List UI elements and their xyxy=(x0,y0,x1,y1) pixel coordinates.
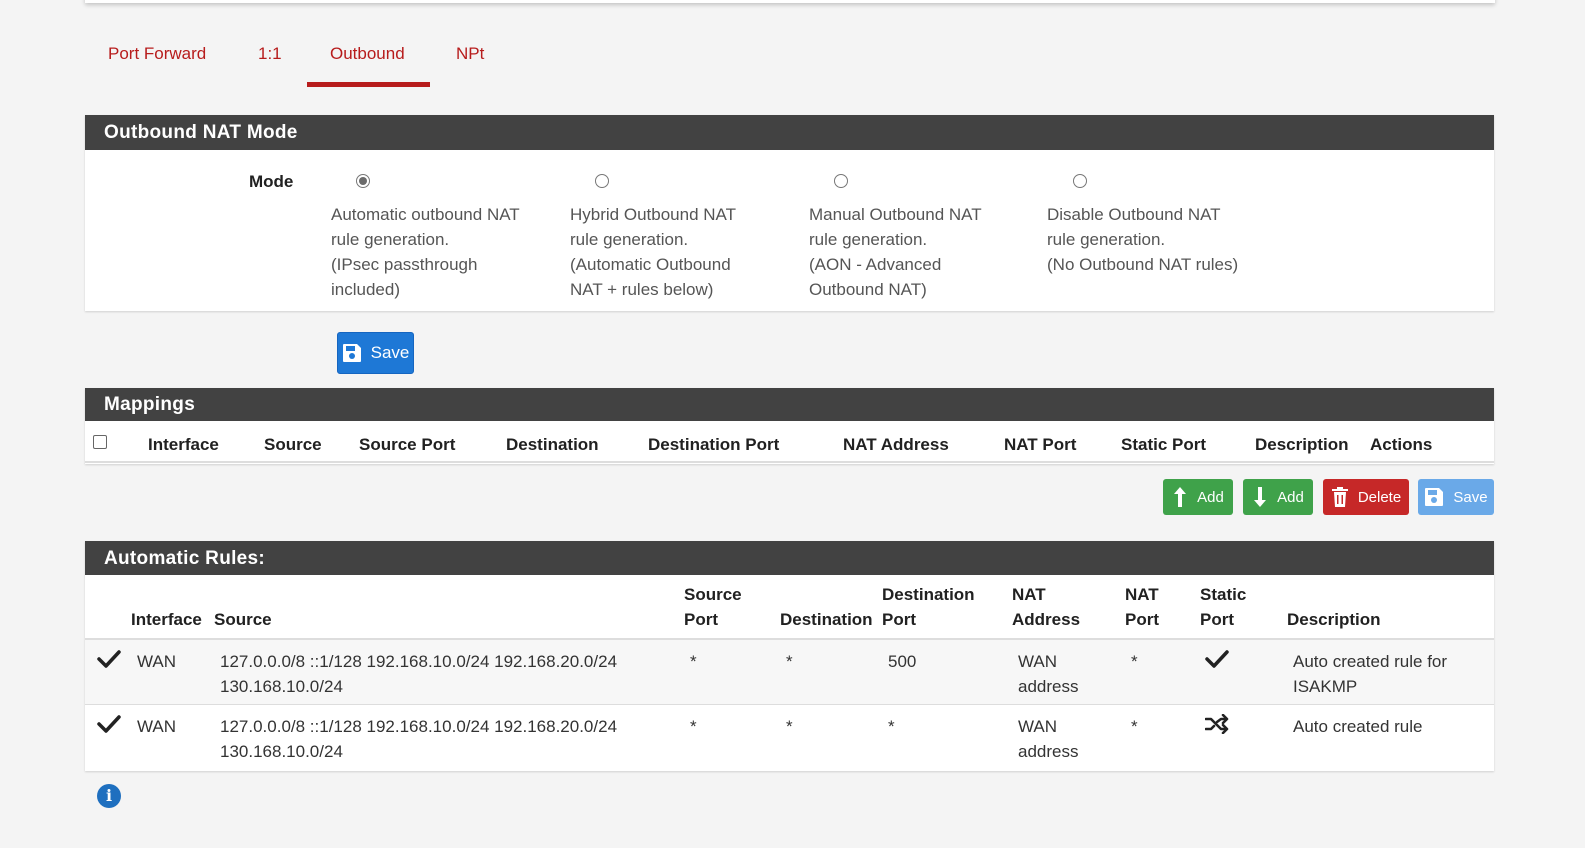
mappings-col-destination[interactable]: Destination xyxy=(506,432,599,457)
delete-label: Delete xyxy=(1357,488,1402,506)
rule-description: Auto created rule xyxy=(1293,717,1423,736)
mappings-col-description[interactable]: Description xyxy=(1255,432,1349,457)
mode-option-manual-label: Manual Outbound NAT rule generation. (AO… xyxy=(809,205,982,299)
arrow-down-icon xyxy=(1254,487,1267,507)
mode-option-automatic-label: Automatic outbound NAT rule generation. … xyxy=(331,205,520,299)
delete-button[interactable]: Delete xyxy=(1323,479,1409,515)
rule-nat-address: WAN address xyxy=(1018,717,1079,761)
automatic-rules-panel: Automatic Rules: Interface Source Source… xyxy=(85,541,1494,771)
top-navbar xyxy=(85,0,1495,3)
panel-title: Outbound NAT Mode xyxy=(85,115,1494,150)
rule-source-port: * xyxy=(690,652,697,671)
header-divider xyxy=(85,461,1494,463)
rules-col-nat-port: NAT Port xyxy=(1125,585,1159,629)
rules-col-static-port: Static Port xyxy=(1200,585,1247,629)
trash-icon xyxy=(1331,487,1348,507)
row-divider xyxy=(85,704,1494,705)
mode-radio-manual[interactable] xyxy=(834,174,848,188)
arrow-up-icon xyxy=(1174,487,1187,507)
mappings-col-nat-address[interactable]: NAT Address xyxy=(843,432,949,457)
mode-save-button[interactable]: Save xyxy=(337,332,414,374)
rule-destination: * xyxy=(786,717,793,736)
check-icon xyxy=(97,650,121,668)
rule-source: 127.0.0.0/8 ::1/128 192.168.10.0/24 192.… xyxy=(220,652,618,696)
add-bottom-button[interactable]: Add xyxy=(1243,479,1313,515)
mappings-col-destination-port[interactable]: Destination Port xyxy=(648,432,779,457)
tab-port-forward[interactable]: Port Forward xyxy=(108,44,206,64)
rule-interface: WAN xyxy=(137,652,177,671)
info-icon[interactable]: i xyxy=(97,784,121,808)
shuffle-icon xyxy=(1205,714,1229,734)
mappings-col-nat-port[interactable]: NAT Port xyxy=(1004,432,1076,457)
rule-destination: * xyxy=(786,652,793,671)
tab-outbound[interactable]: Outbound xyxy=(330,44,405,64)
rule-interface: WAN xyxy=(137,717,177,736)
add-top-label: Add xyxy=(1197,488,1224,506)
rules-col-nat-address: NAT Address xyxy=(1012,585,1081,629)
mappings-col-static-port[interactable]: Static Port xyxy=(1121,432,1206,457)
rule-source-port: * xyxy=(690,717,697,736)
select-all-checkbox[interactable] xyxy=(93,435,107,449)
add-bottom-label: Add xyxy=(1277,488,1304,506)
add-top-button[interactable]: Add xyxy=(1163,479,1233,515)
rules-col-description: Description xyxy=(1287,610,1381,629)
mappings-save-button[interactable]: Save xyxy=(1418,479,1494,515)
rules-col-destination-port: Destination Port xyxy=(882,585,975,629)
mappings-title: Mappings xyxy=(85,388,1494,421)
check-icon xyxy=(1205,650,1229,668)
rules-col-interface: Interface xyxy=(131,610,202,629)
rule-source: 127.0.0.0/8 ::1/128 192.168.10.0/24 192.… xyxy=(220,717,618,761)
active-tab-indicator xyxy=(307,82,430,87)
mode-save-label: Save xyxy=(370,343,410,362)
mappings-col-interface[interactable]: Interface xyxy=(148,432,219,457)
rule-description: Auto created rule for ISAKMP xyxy=(1293,652,1448,696)
mappings-panel: Mappings Interface Source Source Port De… xyxy=(85,388,1494,464)
mappings-save-label: Save xyxy=(1453,488,1488,506)
automatic-rules-title: Automatic Rules: xyxy=(85,541,1494,575)
mode-radio-hybrid[interactable] xyxy=(595,174,609,188)
rules-col-destination: Destination xyxy=(780,610,873,629)
rules-col-source-port: Source Port xyxy=(684,585,742,629)
mode-option-disable-label: Disable Outbound NAT rule generation. (N… xyxy=(1047,205,1239,274)
outbound-nat-mode-panel: Outbound NAT Mode Mode Automatic outboun… xyxy=(85,115,1494,311)
tab-one-to-one[interactable]: 1:1 xyxy=(258,44,282,64)
rule-nat-port: * xyxy=(1131,717,1138,736)
mappings-col-actions: Actions xyxy=(1370,435,1433,454)
mode-radio-automatic[interactable] xyxy=(356,174,370,188)
rule-destination-port: 500 xyxy=(888,652,917,671)
check-icon xyxy=(97,715,121,733)
rule-nat-address: WAN address xyxy=(1018,652,1079,696)
floppy-disk-icon xyxy=(1425,488,1444,506)
rule-nat-port: * xyxy=(1131,652,1138,671)
mode-option-hybrid-label: Hybrid Outbound NAT rule generation. (Au… xyxy=(570,205,736,299)
mode-radio-disable[interactable] xyxy=(1073,174,1087,188)
rule-destination-port: * xyxy=(888,717,895,736)
rules-col-source: Source xyxy=(214,610,272,629)
mappings-col-source-port[interactable]: Source Port xyxy=(359,432,455,457)
tab-npt[interactable]: NPt xyxy=(456,44,484,64)
mode-label: Mode xyxy=(249,172,294,191)
floppy-disk-icon xyxy=(342,344,361,362)
mappings-col-source[interactable]: Source xyxy=(264,432,322,457)
